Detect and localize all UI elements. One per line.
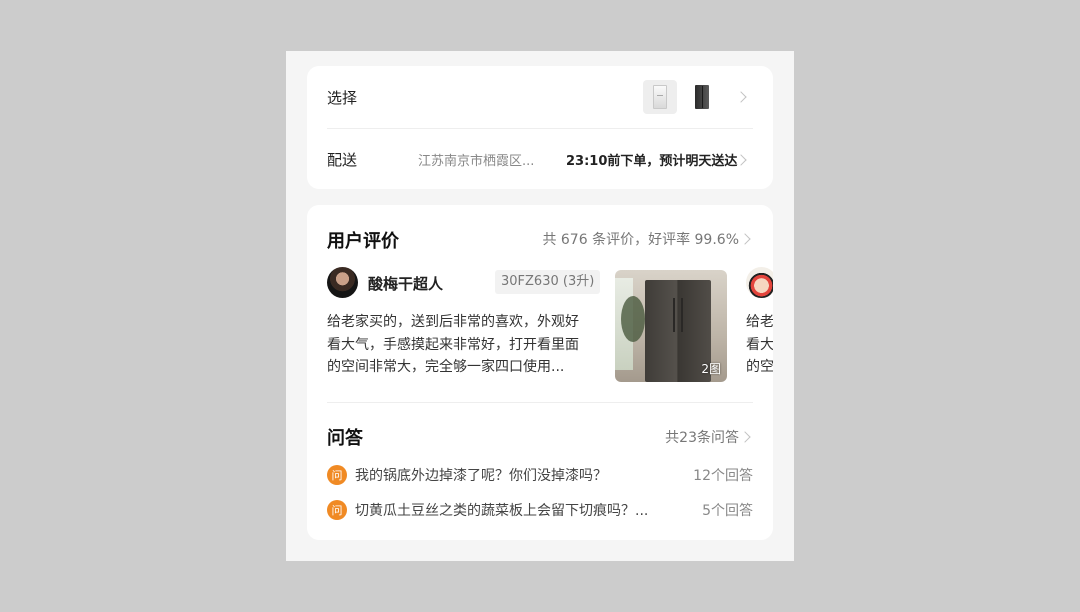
qa-item[interactable]: 问 我的锅底外边掉漆了呢？你们没掉漆吗？ 12个回答 [327,464,753,486]
divider [327,402,753,403]
product-detail-screen: 选择 配送 江苏南京市栖霞区... 23:10前下单，预计明天送达 用户评价 共… [286,51,794,561]
chevron-right-icon [735,91,747,103]
select-row[interactable]: 选择 [327,66,753,128]
review-line: 看大 [746,336,773,353]
review-photo[interactable]: 2图 [615,270,727,382]
select-label: 选择 [327,88,358,107]
review-line: 的空间非常大，完全够一家四口使用... [327,359,565,375]
variant-thumb-black[interactable] [685,80,719,114]
review-text: 给老家买的，送到后非常的喜欢，外观好 看大气，手感摸起来非常好，打开看里面 的空… [327,311,607,379]
variant-thumbnails [643,80,719,114]
qa-summary-link[interactable]: 共23条问答 [665,427,739,447]
review-line: 看大气，手感摸起来非常好，打开看里面 [327,336,579,353]
question-badge-icon: 问 [327,465,347,485]
review-card[interactable]: 酸梅干超人 30FZ630 (3升) 给老家买的，送到后非常的喜欢，外观好 看大… [327,267,747,382]
reviews-summary-link[interactable]: 共 676 条评价，好评率 99.6% [542,229,739,249]
reviewer-name: 酸梅干超人 [368,275,444,293]
qa-question: 我的锅底外边掉漆了呢？你们没掉漆吗？ [355,468,607,484]
review-line: 的空 [746,359,773,375]
review-line: 给老 [746,314,773,330]
shipping-label: 配送 [327,151,358,169]
options-card: 选择 配送 江苏南京市栖霞区... 23:10前下单，预计明天送达 [307,66,773,189]
qa-answer-count: 5个回答 [702,503,753,519]
reviews-qa-card: 用户评价 共 676 条评价，好评率 99.6% 酸梅干超人 30FZ630 (… [307,205,773,540]
qa-item[interactable]: 问 切黄瓜土豆丝之类的蔬菜板上会留下切痕吗？... 5个回答 [327,499,753,521]
photo-count: 2图 [701,362,721,376]
variant-tag: 30FZ630 (3升) [495,270,601,294]
chevron-right-icon [739,431,751,443]
shipping-row[interactable]: 配送 江苏南京市栖霞区... 23:10前下单，预计明天送达 [327,128,753,190]
shipping-eta: 23:10前下单，预计明天送达 [566,154,738,169]
qa-title: 问答 [327,428,363,449]
question-badge-icon: 问 [327,500,347,520]
review-text: 给老 看大 的空 [746,311,773,379]
reviews-title: 用户评价 [327,231,399,252]
qa-question: 切黄瓜土豆丝之类的蔬菜板上会留下切痕吗？... [355,503,649,519]
refrigerator-black-image [695,85,709,109]
review-line: 给老家买的，送到后非常的喜欢，外观好 [327,314,579,330]
review-card-next[interactable]: 给老 看大 的空 [746,267,773,382]
refrigerator-white-image [653,85,667,109]
qa-answer-count: 12个回答 [693,468,753,484]
chevron-right-icon [739,233,751,245]
avatar [327,267,358,298]
photo-plant [621,296,645,342]
shipping-address: 江苏南京市栖霞区... [418,154,535,169]
variant-thumb-white[interactable] [643,80,677,114]
avatar [746,267,773,298]
